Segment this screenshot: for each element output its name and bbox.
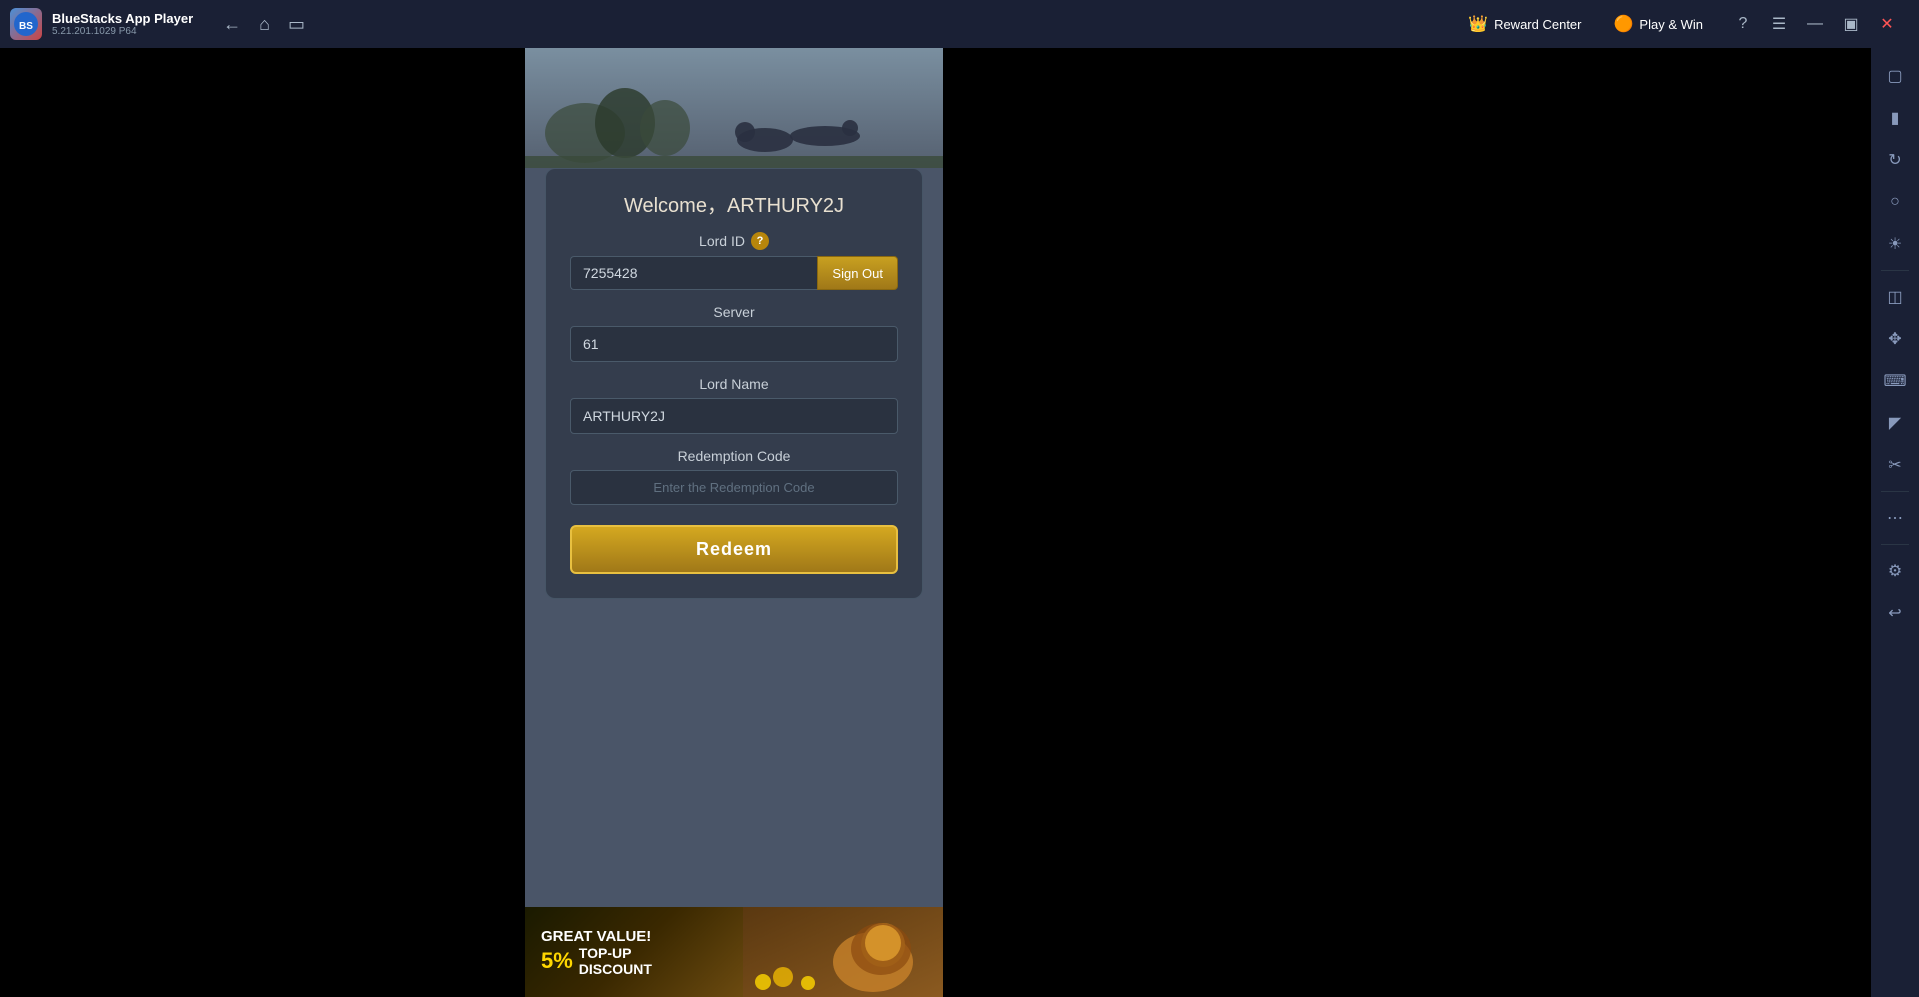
- multi-nav-icon[interactable]: ▭: [288, 14, 305, 35]
- play-win-label: Play & Win: [1639, 17, 1703, 32]
- sidebar-rotate-icon[interactable]: ↻: [1877, 142, 1913, 178]
- lord-name-input[interactable]: [570, 398, 898, 434]
- sidebar-keyboard-icon[interactable]: ⌨: [1877, 363, 1913, 399]
- left-area: [0, 48, 525, 997]
- reward-center-button[interactable]: 👑 Reward Center: [1460, 10, 1589, 38]
- sidebar-location-icon[interactable]: ○: [1877, 184, 1913, 220]
- main-content: Welcome，ARTHURY2J Lord ID ? Sign Out Ser…: [0, 48, 1919, 997]
- right-area: [943, 48, 1871, 997]
- game-top-decoration: [525, 48, 943, 168]
- sidebar-divider-3: [1881, 544, 1909, 545]
- coin-icon: 🟠: [1614, 14, 1634, 34]
- server-label: Server: [570, 304, 898, 320]
- lord-id-label: Lord ID ?: [570, 232, 898, 250]
- sidebar-screen-icon[interactable]: ▢: [1877, 58, 1913, 94]
- app-version: 5.21.201.1029 P64: [52, 26, 193, 37]
- titlebar-right: 👑 Reward Center 🟠 Play & Win ? ☰ — ▣ ✕: [1460, 8, 1919, 40]
- play-win-button[interactable]: 🟠 Play & Win: [1606, 10, 1712, 38]
- lord-name-label: Lord Name: [570, 376, 898, 392]
- titlebar-left: BS BlueStacks App Player 5.21.201.1029 P…: [0, 8, 305, 40]
- game-area: Welcome，ARTHURY2J Lord ID ? Sign Out Ser…: [525, 48, 943, 997]
- sidebar-screenshot-icon[interactable]: ✂: [1877, 447, 1913, 483]
- sidebar-divider-2: [1881, 491, 1909, 492]
- sidebar-more-icon[interactable]: ⋯: [1877, 500, 1913, 536]
- welcome-title: Welcome，ARTHURY2J: [570, 189, 898, 218]
- redemption-code-input[interactable]: [570, 470, 898, 505]
- app-name: BlueStacks App Player: [52, 11, 193, 26]
- titlebar-controls: ? ☰ — ▣ ✕: [1727, 8, 1903, 40]
- lord-id-help-icon[interactable]: ?: [751, 232, 769, 250]
- menu-button[interactable]: ☰: [1763, 8, 1795, 40]
- crown-icon: 👑: [1468, 14, 1488, 34]
- sidebar-settings-icon[interactable]: ⚙: [1877, 553, 1913, 589]
- titlebar-nav: ← ⌂ ▭: [203, 14, 305, 35]
- maximize-button[interactable]: ▣: [1835, 8, 1867, 40]
- sidebar-back-icon[interactable]: ↩: [1877, 595, 1913, 631]
- svg-text:BS: BS: [19, 21, 33, 32]
- help-button[interactable]: ?: [1727, 8, 1759, 40]
- sidebar-apk-icon[interactable]: ◫: [1877, 279, 1913, 315]
- lord-id-row: Sign Out: [570, 256, 898, 290]
- reward-center-label: Reward Center: [1494, 17, 1581, 32]
- redemption-form-card: Welcome，ARTHURY2J Lord ID ? Sign Out Ser…: [545, 168, 923, 599]
- close-button[interactable]: ✕: [1871, 8, 1903, 40]
- banner-percent: 5% TOP-UP DISCOUNT: [541, 945, 652, 977]
- sign-out-button[interactable]: Sign Out: [817, 256, 898, 290]
- banner-lion-image: [743, 907, 943, 997]
- back-nav-icon[interactable]: ←: [223, 14, 241, 35]
- promo-banner[interactable]: GREAT VALUE! 5% TOP-UP DISCOUNT: [525, 907, 943, 997]
- right-sidebar: ▢ ▮ ↻ ○ ☀ ◫ ✥ ⌨ ◤ ✂ ⋯ ⚙ ↩: [1871, 48, 1919, 997]
- discount-percent: 5%: [541, 948, 573, 974]
- banner-great-label: GREAT VALUE!: [541, 928, 652, 945]
- top-up-label: TOP-UP DISCOUNT: [579, 945, 652, 977]
- sidebar-resize-icon[interactable]: ✥: [1877, 321, 1913, 357]
- redemption-code-label: Redemption Code: [570, 448, 898, 464]
- server-input[interactable]: [570, 326, 898, 362]
- home-nav-icon[interactable]: ⌂: [259, 14, 270, 35]
- lord-id-input[interactable]: [570, 256, 817, 290]
- redeem-button[interactable]: Redeem: [570, 525, 898, 574]
- sidebar-display-icon[interactable]: ▮: [1877, 100, 1913, 136]
- sidebar-divider-1: [1881, 270, 1909, 271]
- app-title-block: BlueStacks App Player 5.21.201.1029 P64: [52, 11, 193, 37]
- sidebar-game-icon[interactable]: ◤: [1877, 405, 1913, 441]
- titlebar: BS BlueStacks App Player 5.21.201.1029 P…: [0, 0, 1919, 48]
- minimize-button[interactable]: —: [1799, 8, 1831, 40]
- app-logo: BS: [10, 8, 42, 40]
- banner-text: GREAT VALUE! 5% TOP-UP DISCOUNT: [541, 928, 652, 977]
- sidebar-camera-icon[interactable]: ☀: [1877, 226, 1913, 262]
